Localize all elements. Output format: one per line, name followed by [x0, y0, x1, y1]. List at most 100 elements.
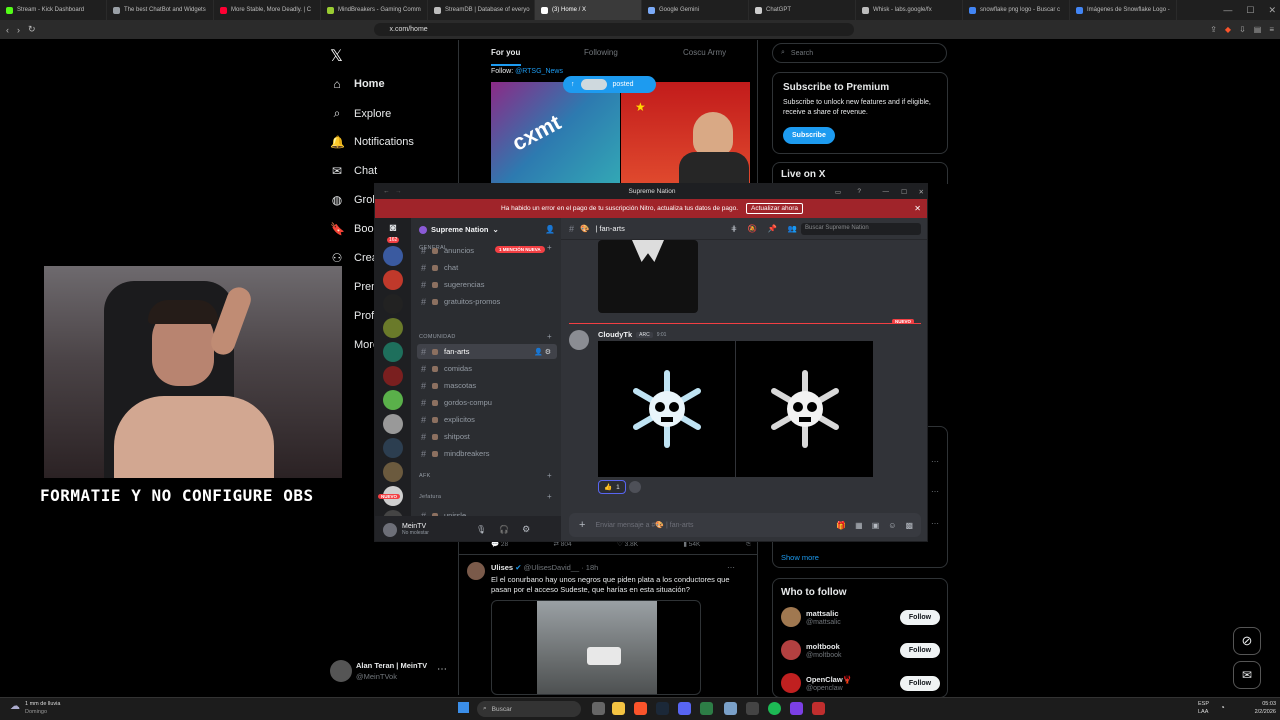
obs-icon[interactable] [746, 702, 759, 715]
tweet2-more-icon[interactable]: ⋯ [727, 563, 735, 572]
account-more-icon[interactable]: ⋯ [437, 664, 447, 675]
menu-icon[interactable]: ≡ [1269, 25, 1274, 34]
gift-icon[interactable]: 🎁 [836, 521, 846, 530]
maximize-icon[interactable]: ☐ [1246, 5, 1254, 16]
channel-item[interactable]: # shitpost [417, 429, 557, 444]
channel-settings-icon[interactable]: 👤 ⚙ [534, 348, 551, 356]
reload-icon[interactable]: ↻ [28, 24, 36, 35]
follow-button[interactable]: Follow [900, 643, 940, 658]
banner-close-icon[interactable]: ✕ [914, 204, 921, 213]
browser-tab[interactable]: Whisk - labs.google/fx [856, 0, 963, 20]
nav-item-explore[interactable]: ⌕ Explore [330, 106, 392, 121]
post-image-left[interactable]: cxmt [491, 82, 620, 185]
posted-pill[interactable]: ↑ posted [563, 76, 656, 93]
minimize-icon[interactable]: — [1223, 5, 1232, 15]
microphone-icon[interactable]: 🎙 [476, 525, 486, 534]
close-icon[interactable]: ✕ [1268, 5, 1276, 16]
members-icon[interactable]: 👥 [788, 224, 797, 233]
steam-icon[interactable] [656, 702, 669, 715]
grok-float-icon[interactable]: ⊘ [1233, 627, 1261, 655]
avatar[interactable] [467, 562, 485, 580]
channel-item[interactable]: # gratuitos-promos [417, 294, 557, 309]
task-view-icon[interactable] [592, 702, 605, 715]
server-icon[interactable] [383, 414, 403, 434]
tab-for-you[interactable]: For you [491, 48, 520, 57]
avatar[interactable] [569, 330, 589, 350]
server-icon[interactable] [383, 294, 403, 314]
app-icon[interactable] [812, 702, 825, 715]
discord-icon[interactable] [678, 702, 691, 715]
attach-plus-icon[interactable]: + [579, 519, 585, 531]
suggested-account-name[interactable]: moltbook [806, 642, 840, 651]
messages-float-icon[interactable]: ✉ [1233, 661, 1261, 689]
browser-tab[interactable]: The best ChatBot and Widgets [107, 0, 214, 20]
channel-item[interactable]: # anuncios [417, 243, 557, 258]
browser-tab[interactable]: (3) Home / X [535, 0, 642, 20]
language-indicator[interactable]: ESP [1198, 701, 1209, 707]
avatar[interactable] [330, 660, 352, 682]
snowflake-skull-image-2[interactable] [736, 341, 873, 477]
tab-following[interactable]: Following [584, 48, 618, 57]
close-icon[interactable]: ✕ [919, 188, 924, 196]
nav-item-notifications[interactable]: 🔔 Notifications [330, 135, 414, 149]
browser-tab[interactable]: MindBreakers - Gaming Comm [321, 0, 428, 20]
nav-item-home[interactable]: ⌂ Home [330, 77, 384, 91]
tweet2-handle[interactable]: @UlisesDavid__ · 18h [524, 563, 599, 572]
maximize-icon[interactable]: ☐ [901, 188, 907, 196]
add-reaction-icon[interactable] [629, 481, 641, 493]
server-icon[interactable] [383, 342, 403, 362]
channel-item[interactable]: # sugerencias [417, 277, 557, 292]
clock-time[interactable]: 05:03 [1246, 701, 1276, 707]
snowflake-skull-image-1[interactable] [598, 341, 735, 477]
browser-tab[interactable]: Imágenes de Snowflake Logo - [1070, 0, 1177, 20]
help-icon[interactable]: ? [857, 188, 861, 195]
browser-tab[interactable]: ChatGPT [749, 0, 856, 20]
pin-icon[interactable]: 📌 [768, 224, 777, 233]
trend-more-icon[interactable]: ⋯ [931, 457, 939, 466]
channel-category[interactable]: COMUNIDAD [419, 334, 456, 340]
inbox-icon[interactable]: ▭ [835, 188, 841, 196]
back-icon[interactable]: ‹ [6, 25, 9, 35]
follow-button[interactable]: Follow [900, 676, 940, 691]
nuevo-pill[interactable]: NUEVO [378, 494, 401, 499]
browser-tab[interactable]: More Stable, More Deadly. | C [214, 0, 321, 20]
gif-icon[interactable]: ▦ [855, 521, 863, 530]
avatar[interactable] [781, 607, 801, 627]
channel-item[interactable]: # mindbreakers [417, 446, 557, 461]
channel-item[interactable]: # explicitos [417, 412, 557, 427]
add-channel-icon[interactable]: + [547, 332, 552, 341]
previous-image[interactable] [598, 240, 698, 313]
app-icon[interactable] [790, 702, 803, 715]
sidebar-icon[interactable]: ▤ [1254, 25, 1262, 34]
channel-item[interactable]: # fan-arts 👤 ⚙ [417, 344, 557, 359]
file-explorer-icon[interactable] [612, 702, 625, 715]
tweet2-name[interactable]: Ulises [491, 563, 513, 572]
search-box[interactable]: ⌕ Search [772, 43, 947, 63]
nav-item-book[interactable]: 🔖 Book [330, 222, 379, 236]
add-member-icon[interactable]: 👤 [545, 225, 555, 234]
share-icon[interactable]: ⇪ [1210, 25, 1217, 34]
avatar[interactable] [781, 640, 801, 660]
server-name-header[interactable]: Supreme Nation ⌄ [419, 225, 499, 234]
channel-item[interactable]: # chat [417, 260, 557, 275]
subscribe-button[interactable]: Subscribe [783, 127, 835, 144]
server-icon[interactable] [383, 318, 403, 338]
tab-coscu-army[interactable]: Coscu Army [683, 48, 726, 57]
trend-more-icon[interactable]: ⋯ [931, 487, 939, 496]
browser-tab[interactable]: Google Gemini [642, 0, 749, 20]
url-field[interactable]: x.com/home [373, 23, 854, 36]
suggested-account-name[interactable]: mattsalic [806, 609, 839, 618]
server-icon[interactable] [383, 390, 403, 410]
message-composer[interactable]: + Enviar mensaje a #🎨 | fan-arts 🎁 ▦ ▣ ☺ ▩ [569, 513, 921, 537]
notepad-icon[interactable] [724, 702, 737, 715]
message-author[interactable]: CloudyTk [598, 330, 632, 339]
follow-handle-link[interactable]: @RTSG_News [515, 68, 563, 75]
show-more-link[interactable]: Show more [781, 553, 819, 562]
browser-tab[interactable]: StreamDB | Database of everyo [428, 0, 535, 20]
follow-button[interactable]: Follow [900, 610, 940, 625]
download-icon[interactable]: ⇩ [1239, 25, 1246, 34]
channel-item[interactable]: # mascotas [417, 378, 557, 393]
brave-icon[interactable] [634, 702, 647, 715]
minimize-icon[interactable]: — [883, 188, 890, 195]
settings-gear-icon[interactable]: ⚙ [522, 524, 530, 535]
